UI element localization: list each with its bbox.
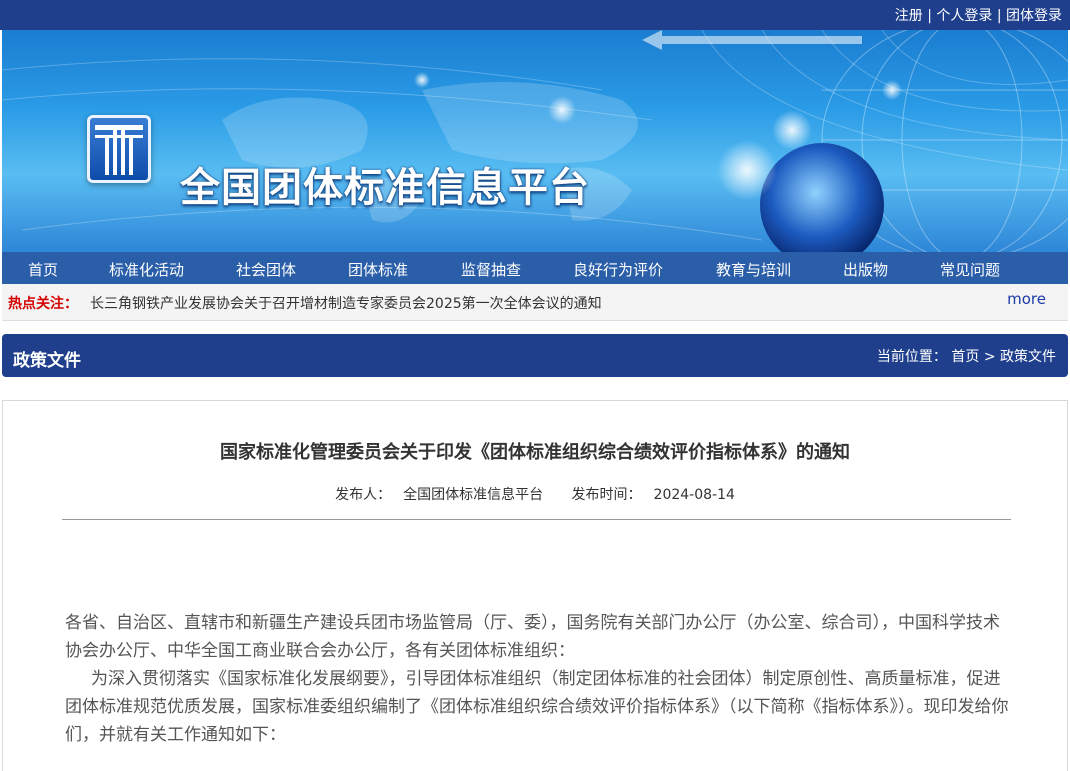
nav-item-publications[interactable]: 出版物 [843, 259, 888, 280]
nav-item-supervision[interactable]: 监督抽查 [461, 259, 521, 280]
nav-item-home[interactable]: 首页 [28, 259, 58, 280]
tt-logo-icon [95, 125, 143, 175]
publisher-label: 发布人： [335, 487, 392, 503]
hot-topics-bar: 热点关注： 长三角钢铁产业发展协会关于召开增材制造专家委员会2025第一次全体会… [2, 284, 1068, 321]
breadcrumb-current[interactable]: 政策文件 [1000, 349, 1056, 365]
nav-item-group-standards[interactable]: 团体标准 [348, 259, 408, 280]
separator: | [927, 8, 932, 24]
hot-news-link[interactable]: 长三角钢铁产业发展协会关于召开增材制造专家委员会2025第一次全体会议的通知 [90, 293, 602, 313]
register-link[interactable]: 注册 [895, 8, 923, 24]
article-paragraph: 各省、自治区、直辖市和新疆生产建设兵团市场监管局（厅、委），国务院有关部门办公厅… [65, 613, 1000, 661]
nav-item-standardization-activities[interactable]: 标准化活动 [109, 259, 184, 280]
breadcrumb: 当前位置： 首页 > 政策文件 [877, 346, 1056, 366]
site-title: 全国团体标准信息平台 [180, 165, 590, 211]
breadcrumb-separator: > [983, 349, 996, 365]
nav-item-education[interactable]: 教育与培训 [716, 259, 791, 280]
article-title: 国家标准化管理委员会关于印发《团体标准组织综合绩效评价指标体系》的通知 [220, 442, 850, 463]
date-label: 发布时间： [571, 487, 642, 503]
banner: 全国团体标准信息平台 [2, 30, 1068, 252]
top-bar: 注册 | 个人登录 | 团体登录 [0, 0, 1070, 30]
publisher-value: 全国团体标准信息平台 [403, 487, 544, 503]
nav-item-good-conduct[interactable]: 良好行为评价 [573, 259, 663, 280]
section-title: 政策文件 [13, 351, 81, 371]
breadcrumb-prefix: 当前位置： [876, 349, 947, 365]
section-header: 政策文件 当前位置： 首页 > 政策文件 [2, 334, 1068, 377]
globe-icon [760, 143, 884, 252]
article-paragraph: 为深入贯彻落实《国家标准化发展纲要》，引导团体标准组织（制定团体标准的社会团体）… [65, 669, 1009, 745]
banner-graphic [2, 30, 1068, 252]
breadcrumb-home[interactable]: 首页 [951, 349, 979, 365]
article-panel: 国家标准化管理委员会关于印发《团体标准组织综合绩效评价指标体系》的通知 发布人：… [2, 400, 1068, 771]
article-meta: 发布人： 全国团体标准信息平台 发布时间： 2024-08-14 [3, 484, 1067, 504]
site-logo [87, 115, 151, 183]
group-login-link[interactable]: 团体登录 [1006, 8, 1062, 24]
personal-login-link[interactable]: 个人登录 [936, 8, 992, 24]
divider [62, 519, 1011, 520]
account-links: 注册 | 个人登录 | 团体登录 [895, 5, 1062, 25]
nav-item-faq[interactable]: 常见问题 [940, 259, 1000, 280]
article-body: 各省、自治区、直辖市和新疆生产建设兵团市场监管局（厅、委），国务院有关部门办公厅… [65, 609, 1015, 749]
separator: | [996, 8, 1002, 24]
main-nav: 首页 标准化活动 社会团体 团体标准 监督抽查 良好行为评价 教育与培训 出版物… [2, 252, 1068, 284]
hot-label: 热点关注： [8, 296, 78, 312]
more-link[interactable]: more [1007, 290, 1046, 308]
date-value: 2024-08-14 [653, 487, 735, 503]
nav-item-social-groups[interactable]: 社会团体 [236, 259, 296, 280]
